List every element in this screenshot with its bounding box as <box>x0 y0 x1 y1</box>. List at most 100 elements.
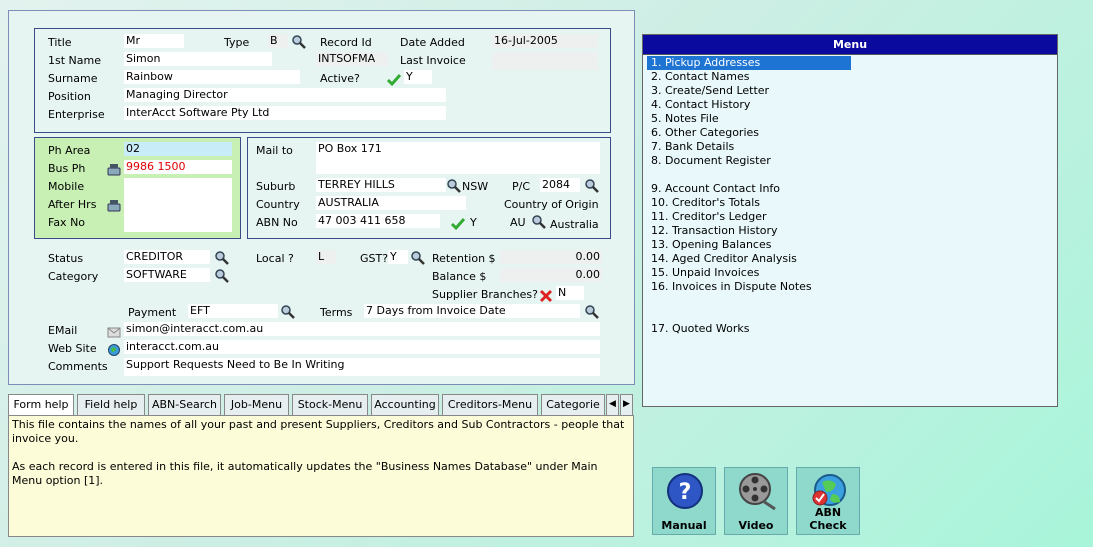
menu-item-unpaid-invoices[interactable]: 15. Unpaid Invoices <box>647 266 759 280</box>
tab-form-help[interactable]: Form help <box>8 394 74 416</box>
position-label: Position <box>48 90 91 103</box>
first-name-label: 1st Name <box>48 54 101 67</box>
terms-field[interactable]: 7 Days from Invoice Date <box>364 304 580 318</box>
menu-item-transaction-history[interactable]: 12. Transaction History <box>647 224 778 238</box>
gst-lookup-magnifier-icon[interactable] <box>410 250 426 266</box>
suburb-lookup-magnifier-icon[interactable] <box>446 178 462 194</box>
tab-stock-menu[interactable]: Stock-Menu <box>292 394 368 415</box>
email-icon[interactable] <box>106 324 122 340</box>
category-label: Category <box>48 270 99 283</box>
payment-field[interactable]: EFT <box>188 304 278 318</box>
active-field[interactable]: Y <box>404 70 432 84</box>
menu-item-aged-creditor-analysis[interactable]: 14. Aged Creditor Analysis <box>647 252 797 266</box>
pc-field[interactable]: 2084 <box>540 178 580 192</box>
video-button[interactable]: Video <box>724 467 788 535</box>
menu-item-account-contact-info[interactable]: 9. Account Contact Info <box>647 182 780 196</box>
menu-item-create-send-letter[interactable]: 3. Create/Send Letter <box>647 84 769 98</box>
date-added-field[interactable]: 16-Jul-2005 <box>492 34 598 48</box>
last-invoice-field[interactable] <box>492 52 598 70</box>
payment-label: Payment <box>128 306 177 319</box>
website-field[interactable]: interacct.com.au <box>124 340 600 354</box>
balance-label: Balance $ <box>432 270 487 283</box>
email-label: EMail <box>48 324 78 337</box>
comments-field[interactable]: Support Requests Need to Be In Writing <box>124 358 600 376</box>
category-lookup-magnifier-icon[interactable] <box>214 268 230 284</box>
category-field[interactable]: SOFTWARE <box>124 268 210 282</box>
tab-abn-search[interactable]: ABN-Search <box>148 394 221 415</box>
menu-item-bank-details[interactable]: 7. Bank Details <box>647 140 734 154</box>
tab-categories[interactable]: Categorie <box>541 394 605 415</box>
email-field[interactable]: simon@interacct.com.au <box>124 322 600 336</box>
origin-code-field[interactable]: AU <box>510 216 526 230</box>
menu-item-creditors-totals[interactable]: 10. Creditor's Totals <box>647 196 760 210</box>
abn-check-button[interactable]: ABN Check <box>796 467 860 535</box>
tab-job-menu[interactable]: Job-Menu <box>224 394 289 415</box>
tab-accounting[interactable]: Accounting <box>371 394 439 415</box>
pc-lookup-magnifier-icon[interactable] <box>584 178 600 194</box>
abn-field[interactable]: 47 003 411 658 <box>316 214 440 228</box>
mobile-field[interactable] <box>124 178 232 196</box>
bus-ph-label: Bus Ph <box>48 162 86 175</box>
mobile-label: Mobile <box>48 180 85 193</box>
suburb-field[interactable]: TERREY HILLS <box>316 178 446 192</box>
svg-text:?: ? <box>679 480 692 505</box>
title-field[interactable]: Mr <box>124 34 184 48</box>
abn-check-button-label: ABN Check <box>809 506 847 532</box>
state-field[interactable]: NSW <box>462 180 488 194</box>
tab-scroll-right-icon[interactable]: ▶ <box>620 394 633 415</box>
ph-area-field[interactable]: 02 <box>124 142 232 156</box>
help-icon: ? <box>666 472 704 513</box>
last-invoice-label: Last Invoice <box>400 54 466 67</box>
mail-to-field[interactable]: PO Box 171 <box>316 142 600 174</box>
menu-item-opening-balances[interactable]: 13. Opening Balances <box>647 238 771 252</box>
terms-label: Terms <box>320 306 353 319</box>
manual-button[interactable]: ? Manual <box>652 467 716 535</box>
bus-ph-phone-icon[interactable] <box>106 162 122 178</box>
tab-creditors-menu[interactable]: Creditors-Menu <box>442 394 538 415</box>
surname-label: Surname <box>48 72 98 85</box>
bus-ph-field[interactable]: 9986 1500 <box>124 160 232 174</box>
surname-field[interactable]: Rainbow <box>124 70 300 84</box>
help-text-panel: This file contains the names of all your… <box>8 415 634 537</box>
supplier-branches-field[interactable]: N <box>556 286 584 300</box>
abn-label: ABN No <box>256 216 298 229</box>
website-label: Web Site <box>48 342 97 355</box>
fax-field[interactable] <box>124 214 232 232</box>
comments-label: Comments <box>48 360 108 373</box>
menu-item-creditors-ledger[interactable]: 11. Creditor's Ledger <box>647 210 767 224</box>
status-field[interactable]: CREDITOR <box>124 250 210 264</box>
terms-lookup-magnifier-icon[interactable] <box>584 304 600 320</box>
tab-field-help[interactable]: Field help <box>77 394 145 415</box>
help-paragraph-1: This file contains the names of all your… <box>12 418 625 445</box>
gst-field[interactable]: Y <box>388 250 408 264</box>
country-field[interactable]: AUSTRALIA <box>316 196 466 210</box>
status-lookup-magnifier-icon[interactable] <box>214 250 230 266</box>
menu-item-contact-history[interactable]: 4. Contact History <box>647 98 750 112</box>
menu-item-notes-file[interactable]: 5. Notes File <box>647 112 719 126</box>
tab-scroll-left-icon[interactable]: ◀ <box>606 394 619 415</box>
menu-item-pickup-addresses[interactable]: 1. Pickup Addresses <box>647 56 851 70</box>
menu-item-contact-names[interactable]: 2. Contact Names <box>647 70 749 84</box>
payment-lookup-magnifier-icon[interactable] <box>280 304 296 320</box>
first-name-field[interactable]: Simon <box>124 52 272 66</box>
after-hrs-label: After Hrs <box>48 198 97 211</box>
menu-item-other-categories[interactable]: 6. Other Categories <box>647 126 759 140</box>
after-hrs-phone-icon[interactable] <box>106 198 122 214</box>
after-hrs-field[interactable] <box>124 196 232 214</box>
menu-item-invoices-in-dispute-notes[interactable]: 16. Invoices in Dispute Notes <box>647 280 812 294</box>
country-label: Country <box>256 198 300 211</box>
supplier-branches-cross-icon <box>538 288 554 304</box>
menu-item-quoted-works[interactable]: 17. Quoted Works <box>647 322 750 336</box>
film-reel-icon <box>737 471 777 514</box>
abn-flag-field[interactable]: Y <box>470 216 477 230</box>
position-field[interactable]: Managing Director <box>124 88 446 102</box>
globe-icon[interactable] <box>106 342 122 358</box>
enterprise-field[interactable]: InterAcct Software Pty Ltd <box>124 106 446 120</box>
menu-item-document-register[interactable]: 8. Document Register <box>647 154 771 168</box>
local-field[interactable]: L <box>316 250 336 264</box>
type-field[interactable]: B <box>268 34 288 48</box>
record-id-field[interactable]: INTSOFMA <box>316 52 388 66</box>
origin-lookup-magnifier-icon[interactable] <box>531 214 547 230</box>
type-lookup-magnifier-icon[interactable] <box>291 34 307 50</box>
retention-field: 0.00 <box>500 250 602 264</box>
